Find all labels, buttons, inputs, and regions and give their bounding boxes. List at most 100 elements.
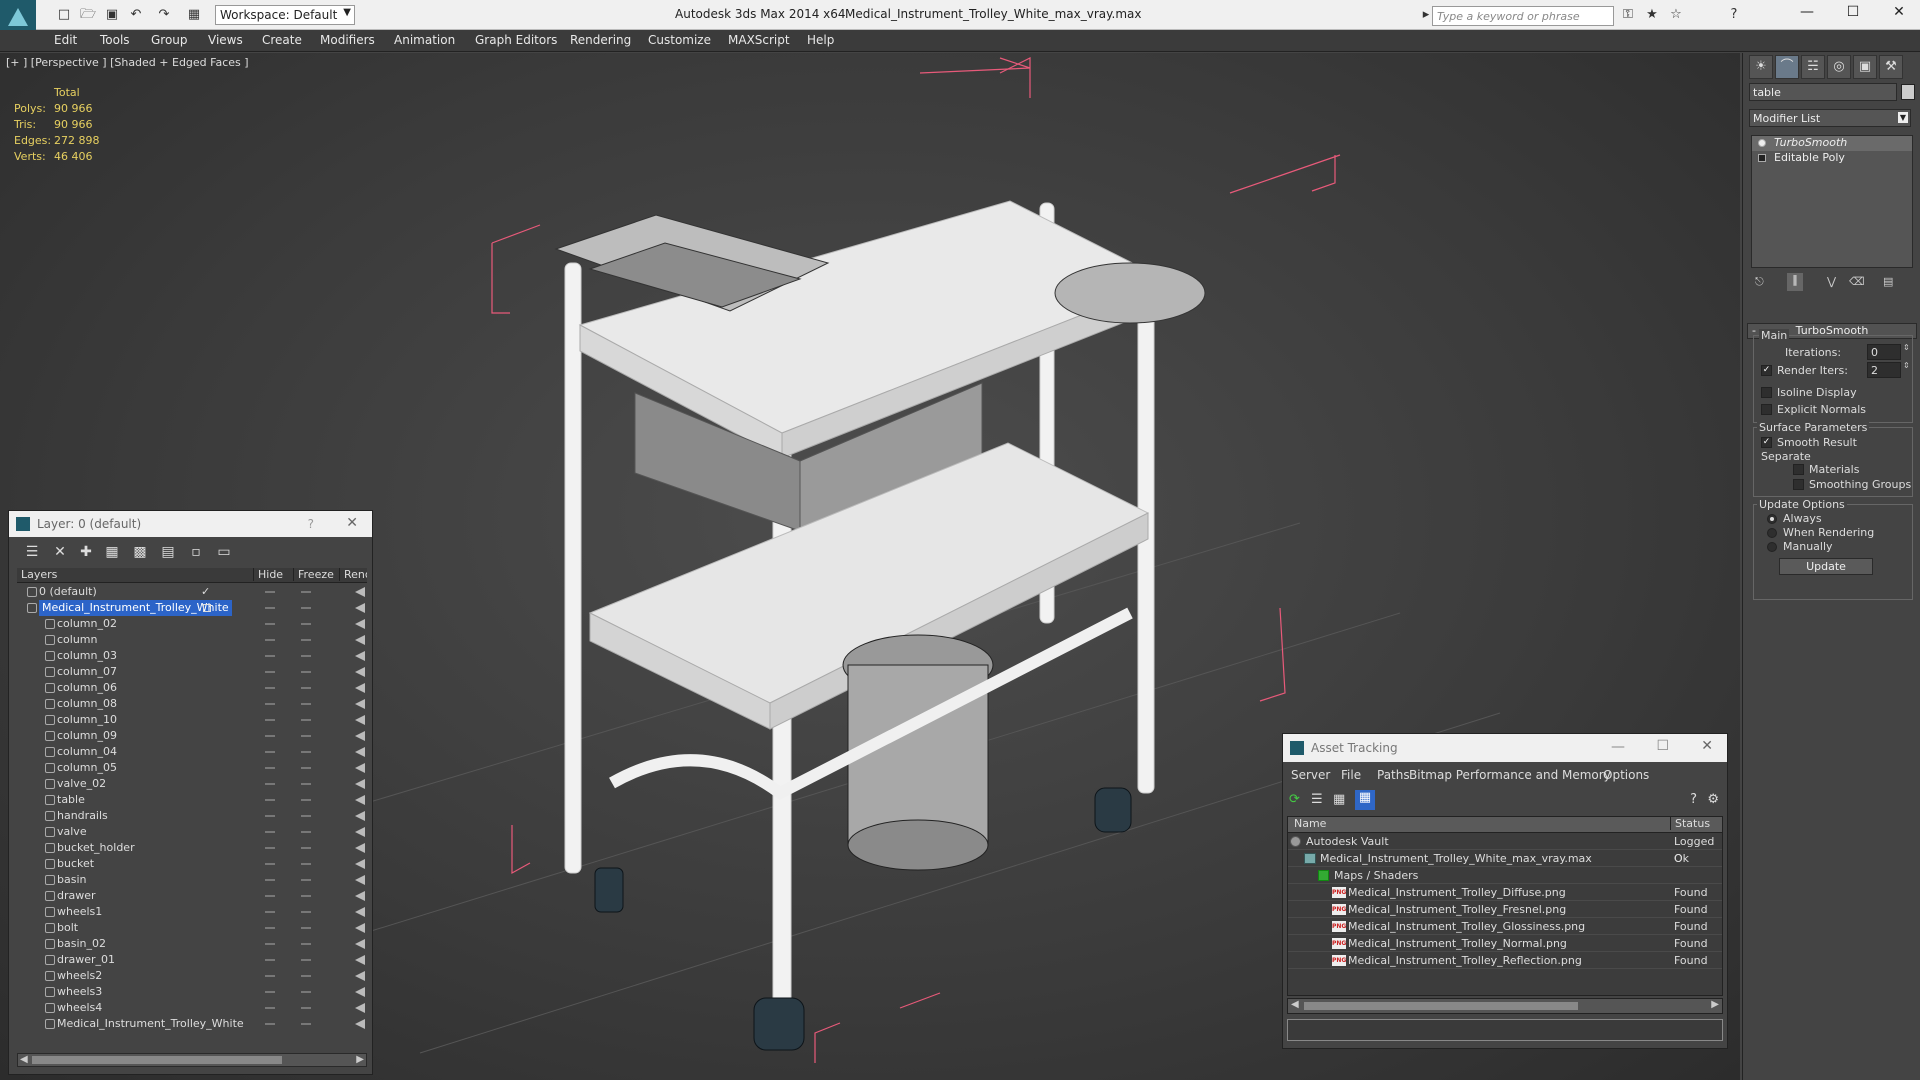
motion-tab-icon[interactable]: ◎ — [1827, 55, 1851, 79]
freeze-toggle[interactable] — [301, 591, 311, 593]
smoothing-groups-checkbox[interactable] — [1793, 479, 1804, 490]
scroll-left-icon[interactable]: ◀ — [20, 1054, 28, 1065]
freeze-toggle[interactable] — [301, 959, 311, 961]
expand-plus-icon[interactable] — [1758, 154, 1766, 162]
render-teapot-icon[interactable] — [355, 651, 365, 661]
menu-views[interactable]: Views — [208, 33, 243, 47]
spinner-arrows-icon[interactable]: ⇕ — [1903, 343, 1910, 352]
render-teapot-icon[interactable] — [355, 747, 365, 757]
menu-tools[interactable]: Tools — [100, 33, 130, 47]
hide-all-layers-icon[interactable]: ▫ — [187, 543, 205, 561]
open-file-icon[interactable]: 🗁 — [80, 7, 96, 23]
asset-window-titlebar[interactable]: Asset Tracking — ☐ ✕ — [1283, 734, 1727, 762]
layer-row[interactable]: table — [17, 792, 367, 808]
asset-table[interactable]: Name Status Autodesk Vault Logged O Medica… — [1287, 816, 1723, 996]
freeze-toggle[interactable] — [301, 623, 311, 625]
iterations-spinner[interactable]: 0 — [1867, 344, 1901, 360]
freeze-toggle[interactable] — [301, 655, 311, 657]
update-button[interactable]: Update — [1779, 558, 1873, 575]
redo-icon[interactable]: ↷ — [156, 7, 172, 23]
layer-row[interactable]: column_04 — [17, 744, 367, 760]
close-icon[interactable]: ✕ — [346, 515, 358, 531]
hide-toggle[interactable] — [265, 655, 275, 657]
freeze-toggle[interactable] — [301, 879, 311, 881]
pin-stack-icon[interactable]: ⎋ — [1755, 275, 1764, 289]
freeze-toggle[interactable] — [301, 815, 311, 817]
refresh-icon[interactable]: ⟳ — [1289, 792, 1300, 807]
asset-row[interactable]: PNG Medical_Instrument_Trolley_Glossiness… — [1288, 918, 1722, 935]
list-view-icon[interactable]: ☰ — [1311, 792, 1323, 807]
menu-animation[interactable]: Animation — [394, 33, 455, 47]
set-active-layer-icon[interactable] — [203, 604, 211, 612]
hide-toggle[interactable] — [265, 831, 275, 833]
workspace-dropdown[interactable]: Workspace: Default ▼ — [215, 5, 355, 25]
render-teapot-icon[interactable] — [355, 683, 365, 693]
save-icon[interactable]: ▣ — [104, 7, 120, 23]
delete-layer-icon[interactable]: ✕ — [51, 543, 69, 561]
hide-toggle[interactable] — [265, 847, 275, 849]
layer-row[interactable]: column_03 — [17, 648, 367, 664]
hide-toggle[interactable] — [265, 799, 275, 801]
asset-row[interactable]: Maps / Shaders — [1288, 867, 1722, 884]
layer-row[interactable]: bucket — [17, 856, 367, 872]
undo-icon[interactable]: ↶ — [128, 7, 144, 23]
menu-create[interactable]: Create — [262, 33, 302, 47]
make-unique-icon[interactable]: ⋁ — [1827, 275, 1836, 288]
layer-row[interactable]: valve — [17, 824, 367, 840]
asset-row[interactable]: PNG Medical_Instrument_Trolley_Reflection… — [1288, 952, 1722, 969]
render-teapot-icon[interactable] — [355, 891, 365, 901]
settings-icon[interactable]: ⚙ — [1707, 792, 1719, 807]
configure-sets-icon[interactable]: ▤ — [1883, 275, 1893, 288]
layer-row[interactable]: drawer_01 — [17, 952, 367, 968]
layer-row[interactable]: wheels4 — [17, 1000, 367, 1016]
show-end-result-icon[interactable]: ‖ — [1787, 273, 1803, 291]
hide-toggle[interactable] — [265, 623, 275, 625]
menu-maxscript[interactable]: MAXScript — [728, 33, 790, 47]
freeze-toggle[interactable] — [301, 703, 311, 705]
hide-toggle[interactable] — [265, 767, 275, 769]
hide-toggle[interactable] — [265, 927, 275, 929]
layer-row[interactable]: 0 (default) ✓ — [17, 584, 367, 600]
object-color-swatch[interactable] — [1901, 84, 1915, 100]
freeze-toggle[interactable] — [301, 847, 311, 849]
render-teapot-icon[interactable] — [355, 795, 365, 805]
maximize-icon[interactable]: ☐ — [1656, 738, 1669, 754]
layer-row[interactable]: column_09 — [17, 728, 367, 744]
hide-toggle[interactable] — [265, 975, 275, 977]
render-teapot-icon[interactable] — [355, 827, 365, 837]
render-teapot-icon[interactable] — [355, 731, 365, 741]
layer-row[interactable]: valve_02 — [17, 776, 367, 792]
search-input[interactable]: Type a keyword or phrase — [1432, 6, 1614, 26]
hide-toggle[interactable] — [265, 1007, 275, 1009]
layer-row[interactable]: basin_02 — [17, 936, 367, 952]
layer-row[interactable]: column_05 — [17, 760, 367, 776]
render-teapot-icon[interactable] — [355, 1019, 365, 1029]
manually-radio[interactable] — [1767, 542, 1777, 552]
lightbulb-icon[interactable] — [1758, 139, 1766, 147]
layer-window-titlebar[interactable]: Layer: 0 (default) ? ✕ — [9, 511, 372, 537]
layer-row[interactable]: wheels1 — [17, 904, 367, 920]
render-teapot-icon[interactable] — [355, 763, 365, 773]
minimize-button[interactable]: — — [1792, 4, 1822, 20]
layer-row[interactable]: column — [17, 632, 367, 648]
freeze-toggle[interactable] — [301, 831, 311, 833]
spinner-arrows-icon[interactable]: ⇕ — [1903, 361, 1910, 370]
freeze-toggle[interactable] — [301, 927, 311, 929]
menu-server[interactable]: Server — [1291, 768, 1330, 782]
menu-file[interactable]: File — [1341, 768, 1361, 782]
hide-toggle[interactable] — [265, 815, 275, 817]
hide-toggle[interactable] — [265, 751, 275, 753]
render-teapot-icon[interactable] — [355, 619, 365, 629]
layer-row[interactable]: wheels3 — [17, 984, 367, 1000]
asset-row[interactable]: Medical_Instrument_Trolley_White_max_vra… — [1288, 850, 1722, 867]
freeze-toggle[interactable] — [301, 991, 311, 993]
add-to-layer-icon[interactable]: ▦ — [103, 543, 121, 561]
layer-row[interactable]: column_10 — [17, 712, 367, 728]
render-teapot-icon[interactable] — [355, 907, 365, 917]
render-teapot-icon[interactable] — [355, 667, 365, 677]
modifier-list-dropdown[interactable]: Modifier List ▼ — [1749, 109, 1911, 127]
freeze-toggle[interactable] — [301, 1007, 311, 1009]
asset-table-scrollbar[interactable]: ◀ ▶ — [1287, 998, 1723, 1014]
render-teapot-icon[interactable] — [355, 875, 365, 885]
freeze-toggle[interactable] — [301, 895, 311, 897]
